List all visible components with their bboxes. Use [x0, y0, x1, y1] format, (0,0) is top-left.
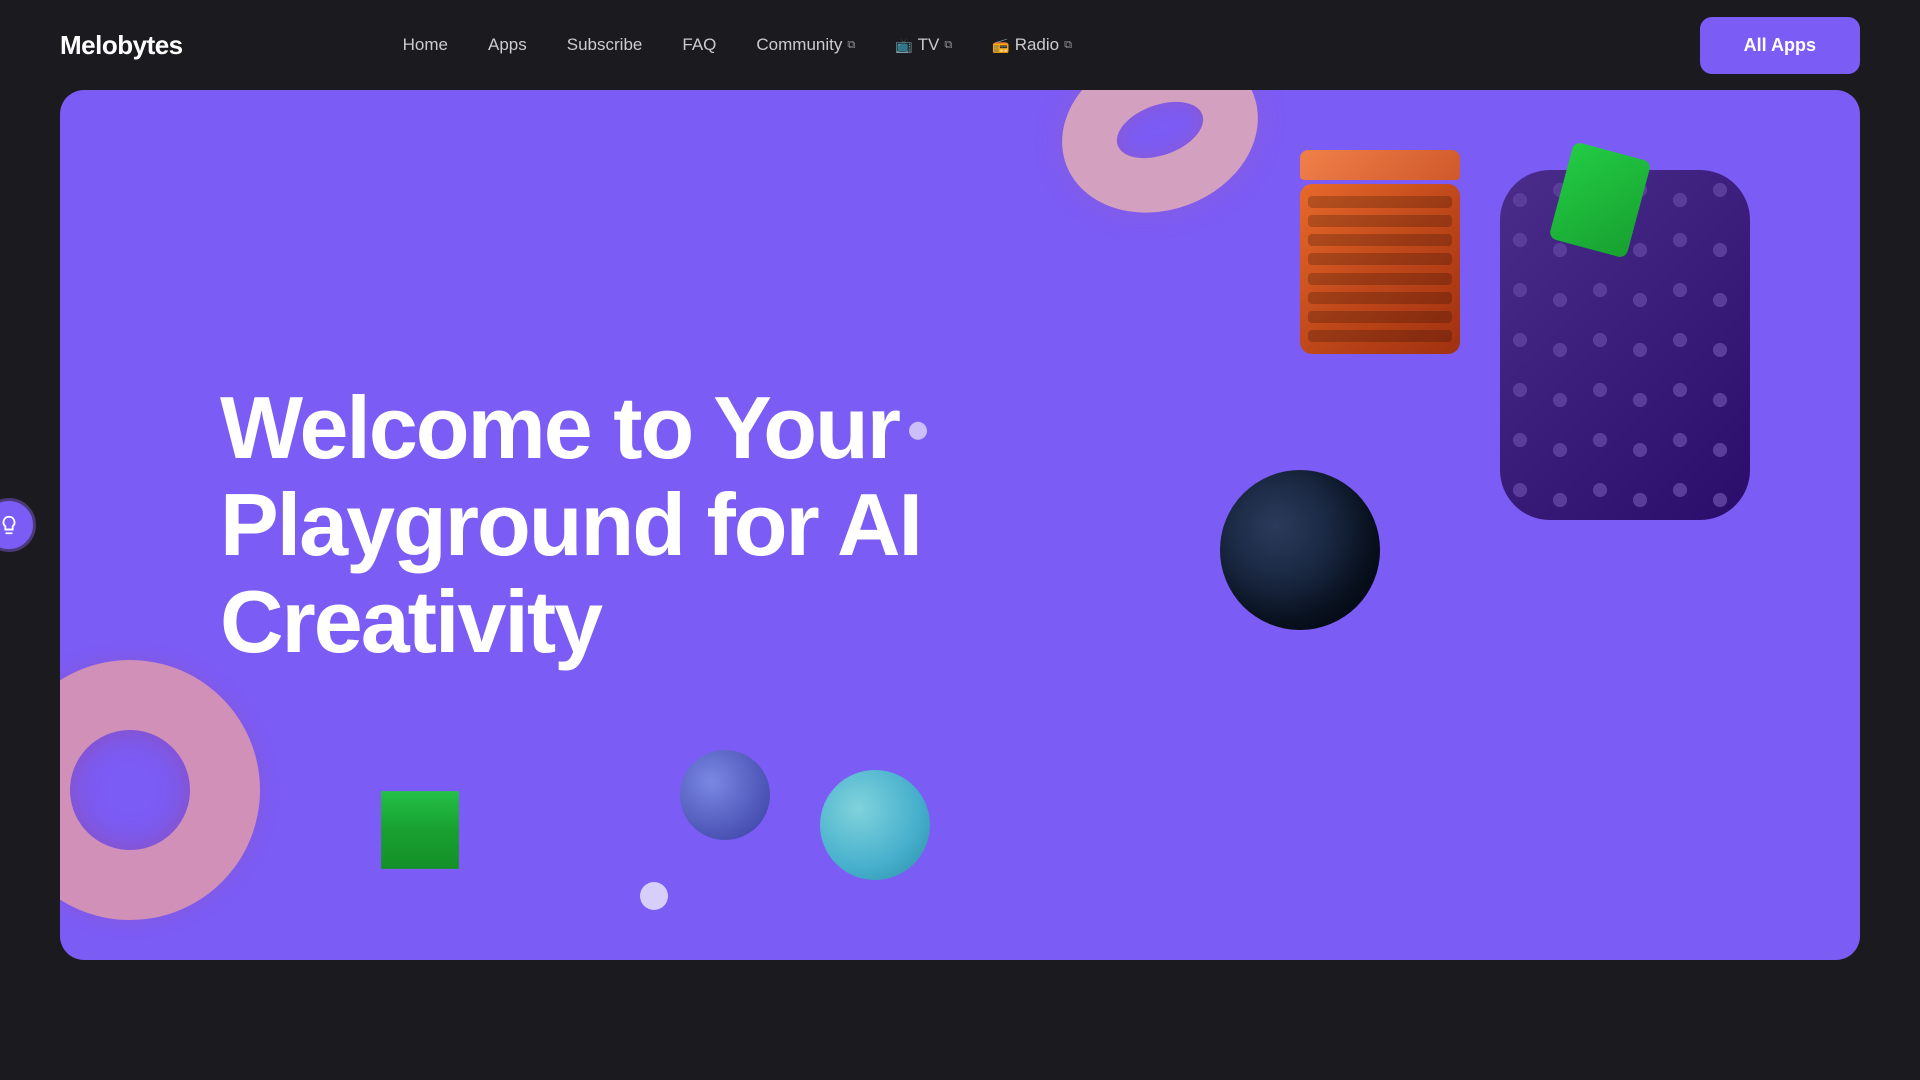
cylinder-ribs: [1300, 184, 1460, 354]
decoration-pink-torus-left: [60, 660, 280, 940]
nav-link-apps[interactable]: Apps: [488, 35, 527, 55]
decoration-white-dot: [640, 882, 668, 910]
diamond-shape: [342, 752, 498, 908]
nav-item-radio[interactable]: 📻 Radio ⧉: [992, 35, 1072, 55]
torus-pink-ring: [1039, 90, 1282, 239]
decoration-green-diamond: [350, 760, 490, 900]
hero-text-block: Welcome to Your Playground for AI Creati…: [220, 380, 927, 670]
hero-wrapper: Welcome to Your Playground for AI Creati…: [0, 90, 1920, 960]
nav-links: Home Apps Subscribe FAQ Community ⧉ 📺 TV…: [403, 35, 1072, 55]
nav-link-subscribe[interactable]: Subscribe: [567, 35, 643, 55]
hero-title: Welcome to Your Playground for AI Creati…: [220, 380, 927, 670]
external-link-icon: ⧉: [847, 39, 855, 52]
decoration-dark-ball: [1220, 470, 1380, 630]
decoration-purple-spiky-cylinder: [1500, 170, 1780, 550]
cylinder-top: [1300, 150, 1460, 180]
nav-item-apps[interactable]: Apps: [488, 35, 527, 55]
nav-link-radio[interactable]: 📻 Radio ⧉: [992, 35, 1072, 55]
decoration-lightblue-circle: [820, 770, 930, 880]
nav-link-tv[interactable]: 📺 TV ⧉: [895, 35, 952, 55]
nav-link-home[interactable]: Home: [403, 35, 448, 55]
nav-item-faq[interactable]: FAQ: [682, 35, 716, 55]
hero-title-line1: Welcome to Your: [220, 378, 899, 477]
tv-emoji-icon: 📺: [895, 37, 912, 54]
decoration-pink-torus-top: [1060, 90, 1280, 230]
hero-dot-decoration: [909, 422, 927, 440]
nav-link-community[interactable]: Community ⧉: [756, 35, 855, 55]
hero-section: Welcome to Your Playground for AI Creati…: [60, 90, 1860, 960]
nav-item-tv[interactable]: 📺 TV ⧉: [895, 35, 952, 55]
decoration-blue-sphere: [680, 750, 770, 840]
nav-link-faq[interactable]: FAQ: [682, 35, 716, 55]
all-apps-button[interactable]: All Apps: [1700, 17, 1860, 74]
external-link-icon-tv: ⧉: [944, 39, 952, 52]
cylinder-body: [1300, 184, 1460, 354]
side-lightbulb-button[interactable]: [0, 498, 36, 552]
external-link-icon-radio: ⧉: [1064, 39, 1072, 52]
radio-emoji-icon: 📻: [992, 37, 1009, 54]
nav-cta: All Apps: [1700, 17, 1860, 74]
lightbulb-icon: [0, 514, 20, 536]
hero-title-line3: Creativity: [220, 571, 601, 670]
nav-item-subscribe[interactable]: Subscribe: [567, 35, 643, 55]
decoration-orange-cylinder: [1300, 150, 1480, 350]
nav-item-community[interactable]: Community ⧉: [756, 35, 855, 55]
hero-title-line2: Playground for AI: [220, 475, 921, 574]
brand-logo[interactable]: Melobytes: [60, 30, 183, 61]
nav-item-home[interactable]: Home: [403, 35, 448, 55]
navbar: Melobytes Home Apps Subscribe FAQ Commun…: [0, 0, 1920, 90]
